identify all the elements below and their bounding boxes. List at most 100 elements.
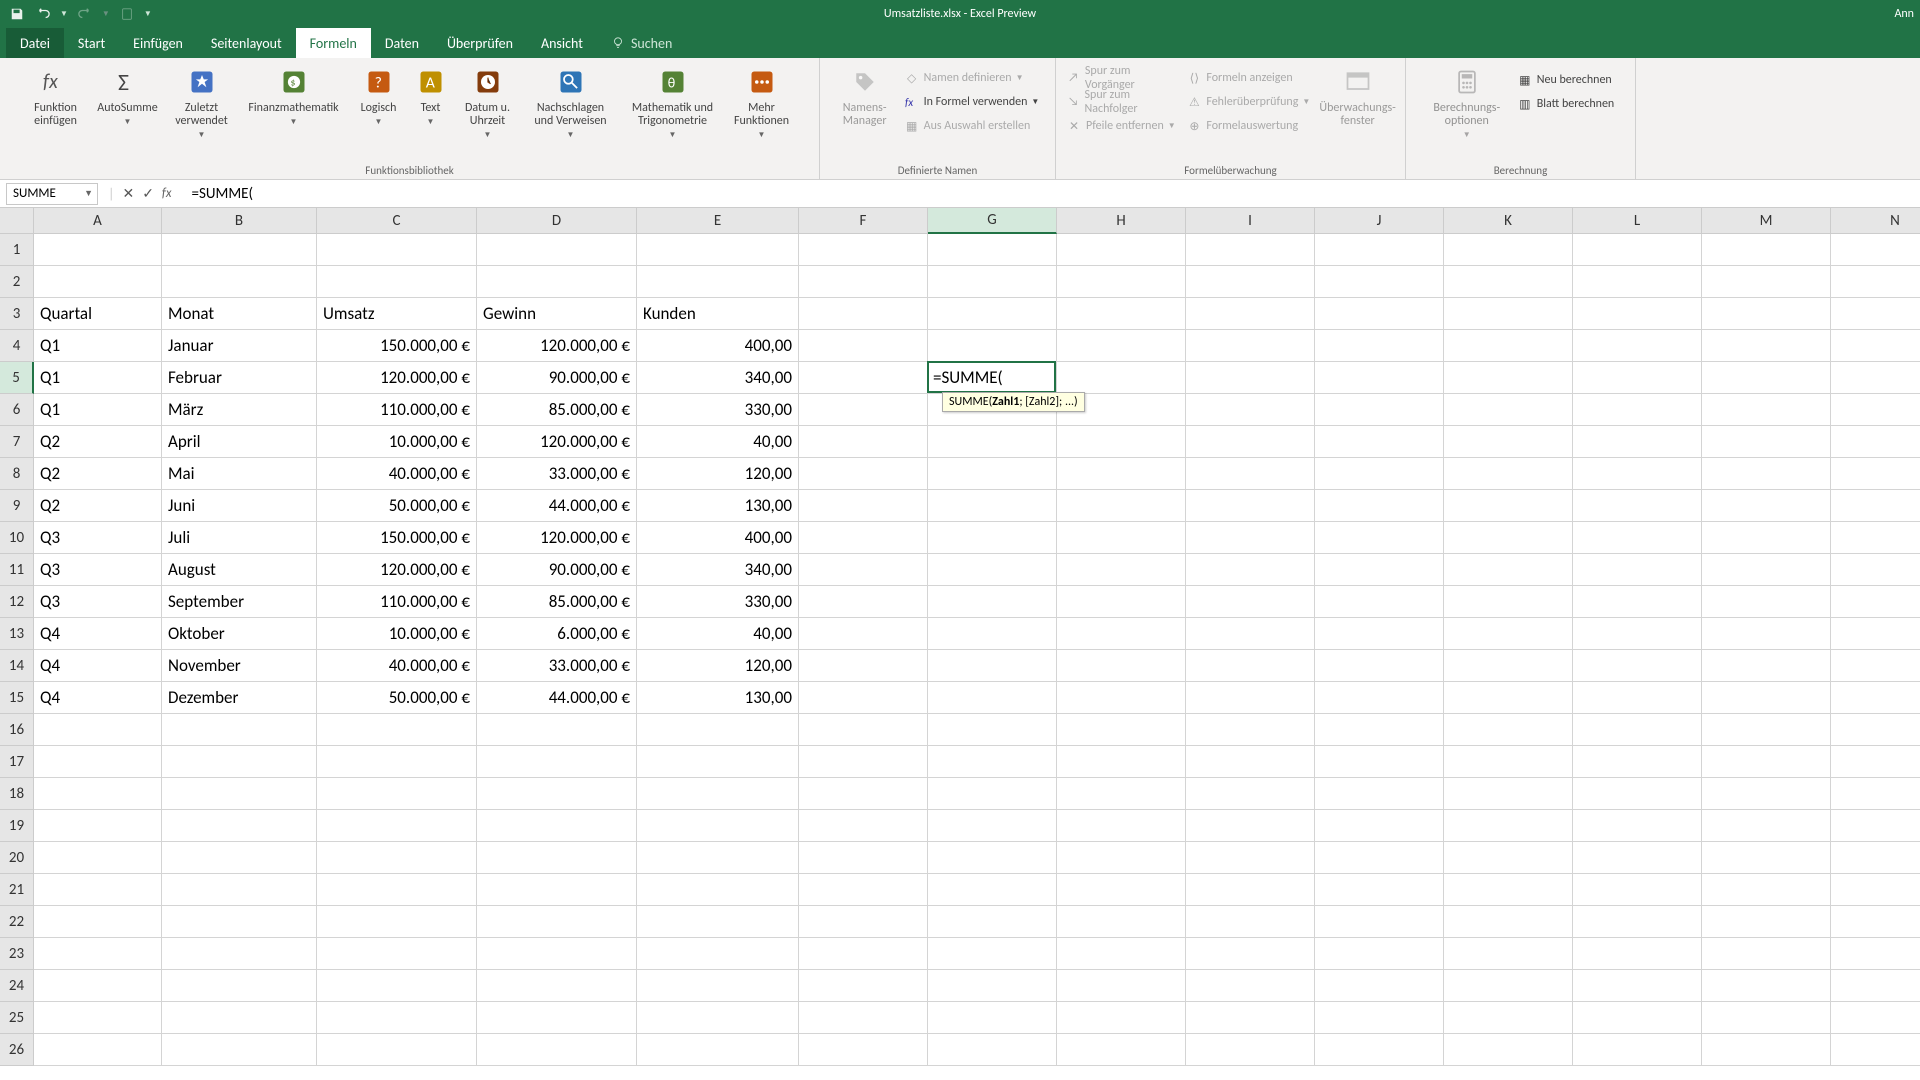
- zuletzt-verwendet-button[interactable]: Zuletzt verwendet ▼: [167, 62, 237, 144]
- cell-D9[interactable]: 44.000,00 €: [477, 490, 637, 522]
- cell-M26[interactable]: [1702, 1034, 1831, 1066]
- cell-K14[interactable]: [1444, 650, 1573, 682]
- cell-J15[interactable]: [1315, 682, 1444, 714]
- cell-F26[interactable]: [799, 1034, 928, 1066]
- cell-H4[interactable]: [1057, 330, 1186, 362]
- cell-N21[interactable]: [1831, 874, 1920, 906]
- row-header-18[interactable]: 18: [0, 778, 34, 810]
- cell-N10[interactable]: [1831, 522, 1920, 554]
- cell-E26[interactable]: [637, 1034, 799, 1066]
- cell-M6[interactable]: [1702, 394, 1831, 426]
- row-header-2[interactable]: 2: [0, 266, 34, 298]
- cell-F24[interactable]: [799, 970, 928, 1002]
- cell-N4[interactable]: [1831, 330, 1920, 362]
- column-header-N[interactable]: N: [1831, 208, 1920, 234]
- cell-B14[interactable]: November: [162, 650, 317, 682]
- cell-A3[interactable]: Quartal: [34, 298, 162, 330]
- cell-K15[interactable]: [1444, 682, 1573, 714]
- cell-A23[interactable]: [34, 938, 162, 970]
- cell-E12[interactable]: 330,00: [637, 586, 799, 618]
- cell-A5[interactable]: Q1: [34, 362, 162, 394]
- cell-F4[interactable]: [799, 330, 928, 362]
- cell-B3[interactable]: Monat: [162, 298, 317, 330]
- cell-M13[interactable]: [1702, 618, 1831, 650]
- column-header-L[interactable]: L: [1573, 208, 1702, 234]
- cell-K11[interactable]: [1444, 554, 1573, 586]
- cell-C20[interactable]: [317, 842, 477, 874]
- logisch-button[interactable]: ? Logisch ▼: [351, 62, 407, 131]
- tab-ansicht[interactable]: Ansicht: [527, 28, 597, 58]
- cell-M23[interactable]: [1702, 938, 1831, 970]
- cell-L6[interactable]: [1573, 394, 1702, 426]
- cell-B23[interactable]: [162, 938, 317, 970]
- cell-I22[interactable]: [1186, 906, 1315, 938]
- cell-K23[interactable]: [1444, 938, 1573, 970]
- cell-D2[interactable]: [477, 266, 637, 298]
- cell-C2[interactable]: [317, 266, 477, 298]
- cell-B26[interactable]: [162, 1034, 317, 1066]
- mathematik-trigonometrie-button[interactable]: θ Mathematik und Trigonometrie ▼: [621, 62, 725, 144]
- cell-G7[interactable]: [928, 426, 1057, 458]
- cell-A19[interactable]: [34, 810, 162, 842]
- cell-C13[interactable]: 10.000,00 €: [317, 618, 477, 650]
- cell-N14[interactable]: [1831, 650, 1920, 682]
- cell-D23[interactable]: [477, 938, 637, 970]
- cell-E7[interactable]: 40,00: [637, 426, 799, 458]
- cell-N1[interactable]: [1831, 234, 1920, 266]
- cell-F3[interactable]: [799, 298, 928, 330]
- cell-E11[interactable]: 340,00: [637, 554, 799, 586]
- row-header-19[interactable]: 19: [0, 810, 34, 842]
- cell-J4[interactable]: [1315, 330, 1444, 362]
- cell-K21[interactable]: [1444, 874, 1573, 906]
- cell-G11[interactable]: [928, 554, 1057, 586]
- cell-A12[interactable]: Q3: [34, 586, 162, 618]
- cell-D10[interactable]: 120.000,00 €: [477, 522, 637, 554]
- cell-J2[interactable]: [1315, 266, 1444, 298]
- row-header-7[interactable]: 7: [0, 426, 34, 458]
- cell-D17[interactable]: [477, 746, 637, 778]
- cell-I25[interactable]: [1186, 1002, 1315, 1034]
- cell-G4[interactable]: [928, 330, 1057, 362]
- cell-N6[interactable]: [1831, 394, 1920, 426]
- cell-G16[interactable]: [928, 714, 1057, 746]
- cell-I12[interactable]: [1186, 586, 1315, 618]
- column-header-C[interactable]: C: [317, 208, 477, 234]
- cell-H21[interactable]: [1057, 874, 1186, 906]
- cell-L21[interactable]: [1573, 874, 1702, 906]
- cell-H26[interactable]: [1057, 1034, 1186, 1066]
- row-header-4[interactable]: 4: [0, 330, 34, 362]
- cell-I26[interactable]: [1186, 1034, 1315, 1066]
- cell-D20[interactable]: [477, 842, 637, 874]
- cell-M1[interactable]: [1702, 234, 1831, 266]
- cell-J18[interactable]: [1315, 778, 1444, 810]
- cell-H7[interactable]: [1057, 426, 1186, 458]
- cell-D15[interactable]: 44.000,00 €: [477, 682, 637, 714]
- row-header-13[interactable]: 13: [0, 618, 34, 650]
- cell-N3[interactable]: [1831, 298, 1920, 330]
- cell-I3[interactable]: [1186, 298, 1315, 330]
- column-header-G[interactable]: G: [928, 208, 1057, 234]
- cell-J3[interactable]: [1315, 298, 1444, 330]
- cell-J5[interactable]: [1315, 362, 1444, 394]
- cell-A22[interactable]: [34, 906, 162, 938]
- cell-G14[interactable]: [928, 650, 1057, 682]
- cell-N12[interactable]: [1831, 586, 1920, 618]
- cell-C22[interactable]: [317, 906, 477, 938]
- cell-H16[interactable]: [1057, 714, 1186, 746]
- cell-J25[interactable]: [1315, 1002, 1444, 1034]
- column-header-A[interactable]: A: [34, 208, 162, 234]
- column-header-D[interactable]: D: [477, 208, 637, 234]
- cell-K25[interactable]: [1444, 1002, 1573, 1034]
- cell-N19[interactable]: [1831, 810, 1920, 842]
- tab-daten[interactable]: Daten: [371, 28, 433, 58]
- cell-E1[interactable]: [637, 234, 799, 266]
- cell-F21[interactable]: [799, 874, 928, 906]
- column-header-H[interactable]: H: [1057, 208, 1186, 234]
- row-header-17[interactable]: 17: [0, 746, 34, 778]
- cell-C4[interactable]: 150.000,00 €: [317, 330, 477, 362]
- cell-I11[interactable]: [1186, 554, 1315, 586]
- cell-J19[interactable]: [1315, 810, 1444, 842]
- cell-I7[interactable]: [1186, 426, 1315, 458]
- qat-customize-icon[interactable]: ▼: [144, 9, 152, 19]
- cell-N8[interactable]: [1831, 458, 1920, 490]
